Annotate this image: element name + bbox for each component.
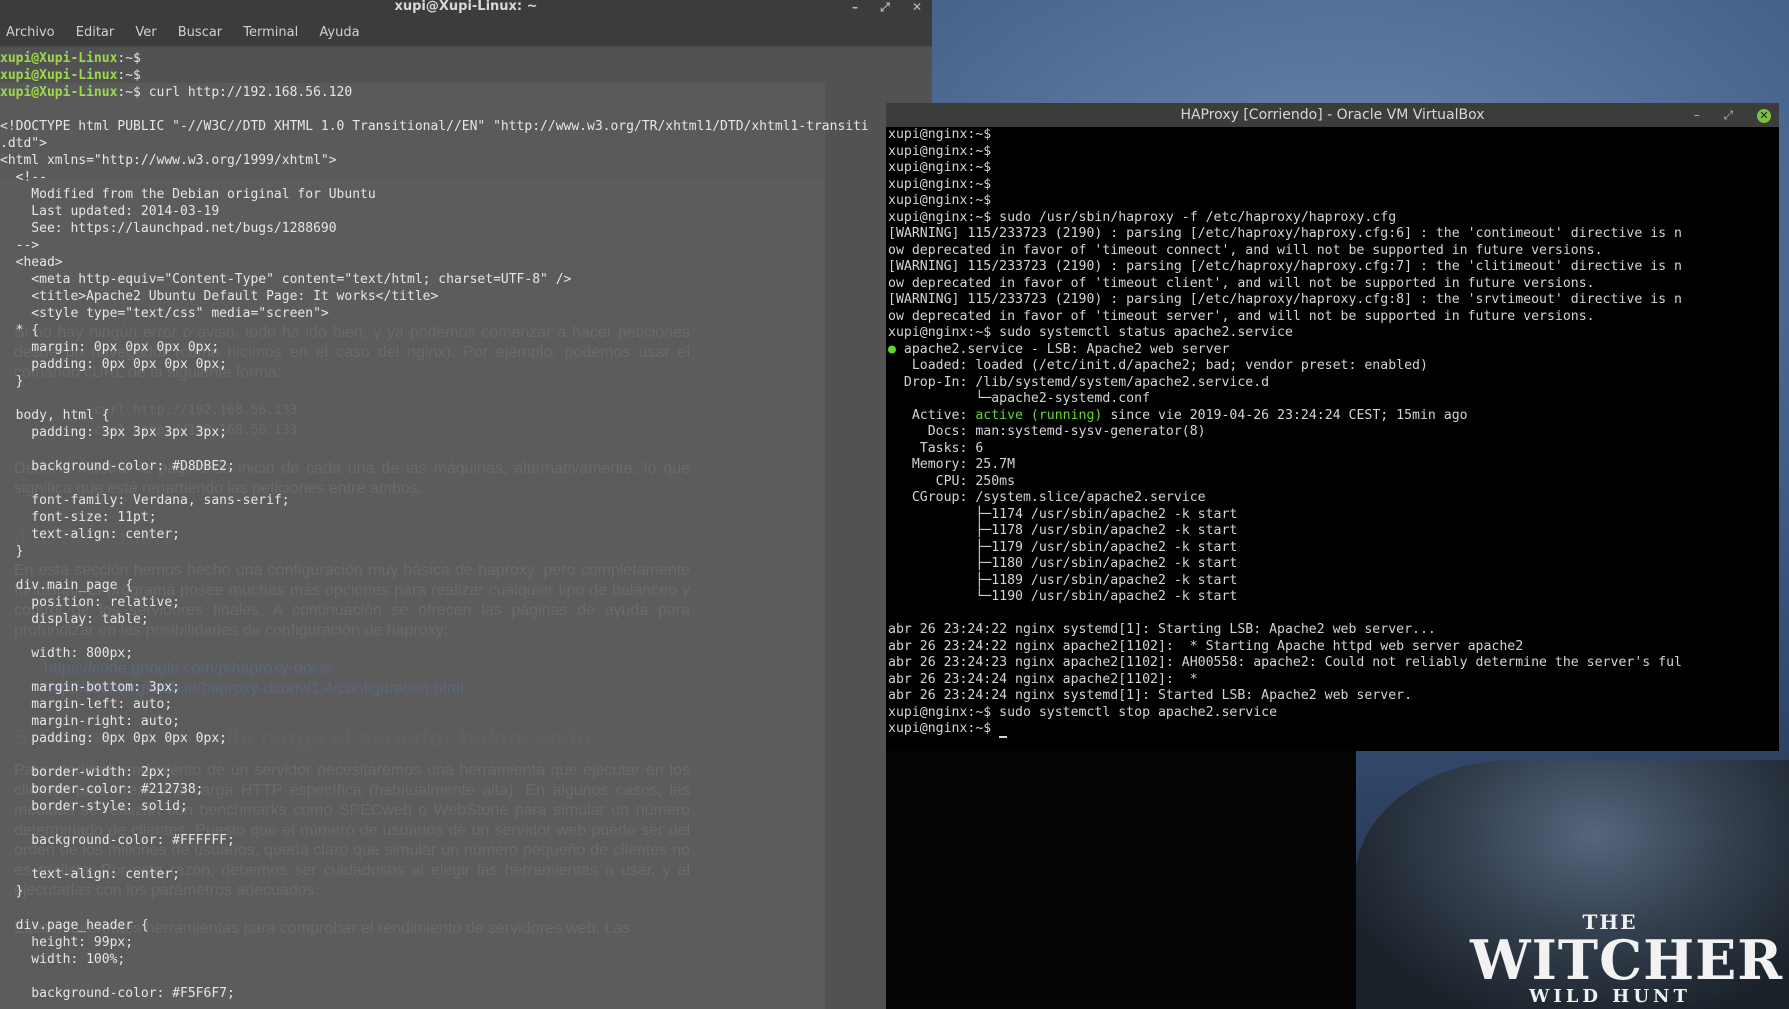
terminal-content[interactable]: Si no hay ningún error o aviso, todo ha … [0,48,932,1009]
maximize-icon[interactable]: ⤢ [880,0,890,14]
menu-terminal[interactable]: Terminal [243,25,298,40]
active-rest: since vie 2019-04-26 23:24:24 CEST; 15mi… [1102,407,1468,423]
menu-editar[interactable]: Editar [76,25,115,40]
active-state: active (running) [975,407,1103,423]
menu-buscar[interactable]: Buscar [178,25,222,40]
menu-ver[interactable]: Ver [135,25,156,40]
prompt-user: xupi@Xupi-Linux [0,85,118,100]
text-cursor [999,735,1008,738]
prompt-suffix: :~$ [117,68,141,83]
vm-output-before: xupi@nginx:~$ xupi@nginx:~$ xupi@nginx:~… [888,127,1682,340]
prompt-user: xupi@Xupi-Linux [0,68,118,83]
vm-console-blank-area [886,751,1356,1009]
prompt-user: xupi@Xupi-Linux [0,51,118,66]
vm-console-output: xupi@nginx:~$ xupi@nginx:~$ xupi@nginx:~… [886,127,1779,738]
terminal-titlebar[interactable]: xupi@Xupi-Linux: ~ – ⤢ ✕ [0,0,932,16]
vm-console[interactable]: xupi@nginx:~$ xupi@nginx:~$ xupi@nginx:~… [886,127,1779,751]
vm-status-header: apache2.service - LSB: Apache2 web serve… [903,341,1428,407]
minimize-icon[interactable]: – [1694,108,1700,122]
curl-output: <!DOCTYPE html PUBLIC "-//W3C//DTD XHTML… [0,119,869,1001]
window-controls: – ⤢ ✕ [834,0,922,14]
close-icon[interactable]: ✕ [912,0,922,14]
terminal-menubar: Archivo Editar Ver Buscar Terminal Ayuda [0,16,932,46]
minimize-icon[interactable]: – [852,0,858,14]
active-label: Active: [888,407,976,423]
maximize-icon[interactable]: ⤢ [1724,108,1734,122]
window-controls: – ⤢ ✕ [1674,103,1771,127]
virtualbox-title: HAProxy [Corriendo] - Oracle VM VirtualB… [1180,107,1485,123]
status-dot-icon: ● [888,341,896,357]
terminal-window[interactable]: xupi@Xupi-Linux: ~ – ⤢ ✕ Archivo Editar … [0,0,932,1009]
virtualbox-titlebar[interactable]: HAProxy [Corriendo] - Oracle VM VirtualB… [886,103,1779,127]
terminal-command: curl http://192.168.56.120 [140,85,353,100]
menu-ayuda[interactable]: Ayuda [319,25,359,40]
virtualbox-window[interactable]: HAProxy [Corriendo] - Oracle VM VirtualB… [886,103,1779,751]
menu-archivo[interactable]: Archivo [6,25,55,40]
terminal-output[interactable]: xupi@Xupi-Linux:~$ xupi@Xupi-Linux:~$ xu… [0,50,869,1002]
logo-main: WITCHER [1470,928,1784,992]
prompt-suffix: :~$ [117,85,141,100]
terminal-title: xupi@Xupi-Linux: ~ [394,0,538,14]
vm-output-after: Docs: man:systemd-sysv-generator(8) Task… [888,424,1682,736]
witcher-logo: THE WITCHER WILD HUNT [1470,910,1784,1009]
prompt-suffix: :~$ [117,51,141,66]
close-icon[interactable]: ✕ [1757,109,1771,123]
